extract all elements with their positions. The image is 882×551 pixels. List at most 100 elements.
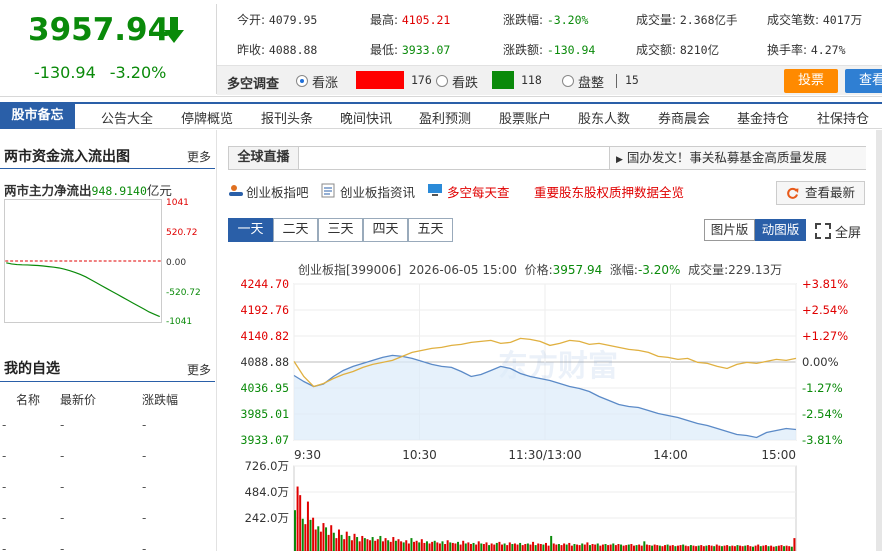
tab-3day[interactable]: 三天 [318, 218, 363, 242]
volume-bar [720, 546, 723, 551]
volume-bar [757, 544, 760, 551]
vote-button[interactable]: 投票 [784, 69, 838, 93]
watchlist-cell: - [2, 418, 7, 432]
watchlist-cell: - [142, 480, 147, 494]
monitor-icon [428, 184, 442, 196]
news-link[interactable]: 创业板指资讯 [340, 182, 415, 201]
nav-item-fund-holdings[interactable]: 基金持仓 [737, 108, 789, 127]
volume-bar [705, 545, 708, 551]
nav-item-forecast[interactable]: 盈利预测 [419, 108, 471, 127]
forum-link[interactable]: 创业板指吧 [246, 182, 309, 201]
volume-bar [702, 546, 705, 551]
volume-bar [441, 541, 444, 551]
col-name: 名称 [16, 393, 41, 407]
volume-bar [537, 543, 540, 551]
nav-item-accounts[interactable]: 股票账户 [499, 108, 551, 127]
volume-bar [488, 545, 491, 551]
volume-bar [713, 546, 716, 551]
volume-bar [557, 544, 560, 551]
live-label: 全球直播 [229, 147, 299, 169]
volume-bar [785, 545, 788, 551]
volume-bar [718, 545, 721, 551]
volume-bar [635, 545, 638, 551]
volume-bar [550, 535, 553, 551]
volume-bar [630, 544, 633, 551]
volume-bar [319, 531, 322, 551]
volume-bar [353, 533, 356, 551]
volume-bar [547, 545, 550, 551]
nav-item-announcements[interactable]: 公告大全 [101, 108, 153, 127]
fullscreen-icon[interactable] [815, 223, 831, 239]
live-news-item[interactable]: ▶ 国办发文！事关私募基金高质量发展 [609, 147, 866, 169]
volume-bar [661, 546, 664, 551]
volume-bar [413, 541, 416, 551]
radio-bear[interactable] [436, 75, 448, 87]
watchlist-cell: - [60, 542, 65, 551]
volume-bar [389, 541, 392, 551]
index-change: -130.94 -3.20% [34, 63, 166, 82]
volume-bar [676, 545, 679, 551]
radio-flat[interactable] [562, 75, 574, 87]
volume-bar [508, 542, 511, 551]
chg-label: 涨幅: [609, 263, 638, 277]
tab-5day[interactable]: 五天 [408, 218, 453, 242]
field-change-pct: 涨跌幅: -3.20% [503, 13, 589, 27]
volume-bar [604, 544, 607, 551]
net-flow-unit: 亿元 [146, 183, 172, 198]
daily-check-link[interactable]: 多空每天查 [447, 182, 510, 201]
volume-bar [749, 546, 752, 551]
volume-bar [726, 545, 729, 551]
volume-bar [304, 524, 307, 551]
volume-bar [741, 546, 744, 551]
volume-bar [591, 544, 594, 551]
field-low: 最低: 3933.07 [370, 43, 451, 57]
volume-bar [306, 501, 309, 551]
volume-bar [684, 545, 687, 551]
volume-bar [490, 543, 493, 551]
play-icon: ▶ [616, 155, 623, 165]
volume-bar [692, 545, 695, 551]
chart-datetime: 2026-06-05 15:00 [408, 263, 517, 277]
volume-bar [532, 541, 535, 551]
volume-bar [601, 544, 604, 551]
volume-bar [687, 546, 690, 551]
volume-bar [586, 542, 589, 551]
tab-4day[interactable]: 四天 [363, 218, 408, 242]
y-tick-right: +3.81% [802, 277, 848, 291]
volume-bar [423, 542, 426, 551]
y-tick-left: 4140.82 [241, 329, 289, 343]
pledge-data-link[interactable]: 重要股东股权质押数据全览 [534, 182, 684, 201]
fullscreen-label[interactable]: 全屏 [835, 222, 861, 241]
picture-version-button[interactable]: 图片版 [704, 219, 755, 241]
volume-bar [583, 544, 586, 551]
volume-bar [431, 541, 434, 551]
nav-item-shareholders[interactable]: 股东人数 [578, 108, 630, 127]
nav-item-headlines[interactable]: 报刊头条 [261, 108, 313, 127]
bull-count: 176 [411, 73, 432, 87]
volume-bar [578, 545, 581, 551]
view-results-button[interactable]: 查看 [845, 69, 882, 93]
volume-bar [482, 544, 485, 551]
nav-item-social-security[interactable]: 社保持仓 [817, 108, 869, 127]
volume-bar [325, 527, 328, 551]
animated-version-button[interactable]: 动图版 [755, 219, 806, 241]
nav-item-suspension[interactable]: 停牌概览 [181, 108, 233, 127]
flow-more-link[interactable]: 更多 [187, 148, 211, 165]
nav-item-evening-news[interactable]: 晚间快讯 [340, 108, 392, 127]
nav-item-broker-meeting[interactable]: 券商晨会 [658, 108, 710, 127]
intraday-chart: 东方财富 4244.70 +3.81%4192.76 +2.54%4140.82 +1… [241, 277, 848, 551]
radio-bull[interactable] [296, 75, 308, 87]
y-tick-right: -3.81% [802, 433, 843, 447]
watchlist-more-link[interactable]: 更多 [187, 361, 211, 378]
scrollbar[interactable] [876, 130, 882, 551]
volume-bar [671, 545, 674, 551]
volume-bar [790, 546, 793, 551]
net-flow-label: 两市主力净流出 [4, 183, 92, 198]
field-volume: 成交量: 2.368亿手 [636, 13, 738, 27]
volume-bar [397, 539, 400, 551]
net-flow-line: 两市主力净流出948.9140亿元 [4, 180, 172, 199]
tab-1day[interactable]: 一天 [228, 218, 273, 242]
refresh-button[interactable]: 查看最新 [776, 181, 865, 205]
tab-2day[interactable]: 二天 [273, 218, 318, 242]
volume-bar [643, 541, 646, 551]
